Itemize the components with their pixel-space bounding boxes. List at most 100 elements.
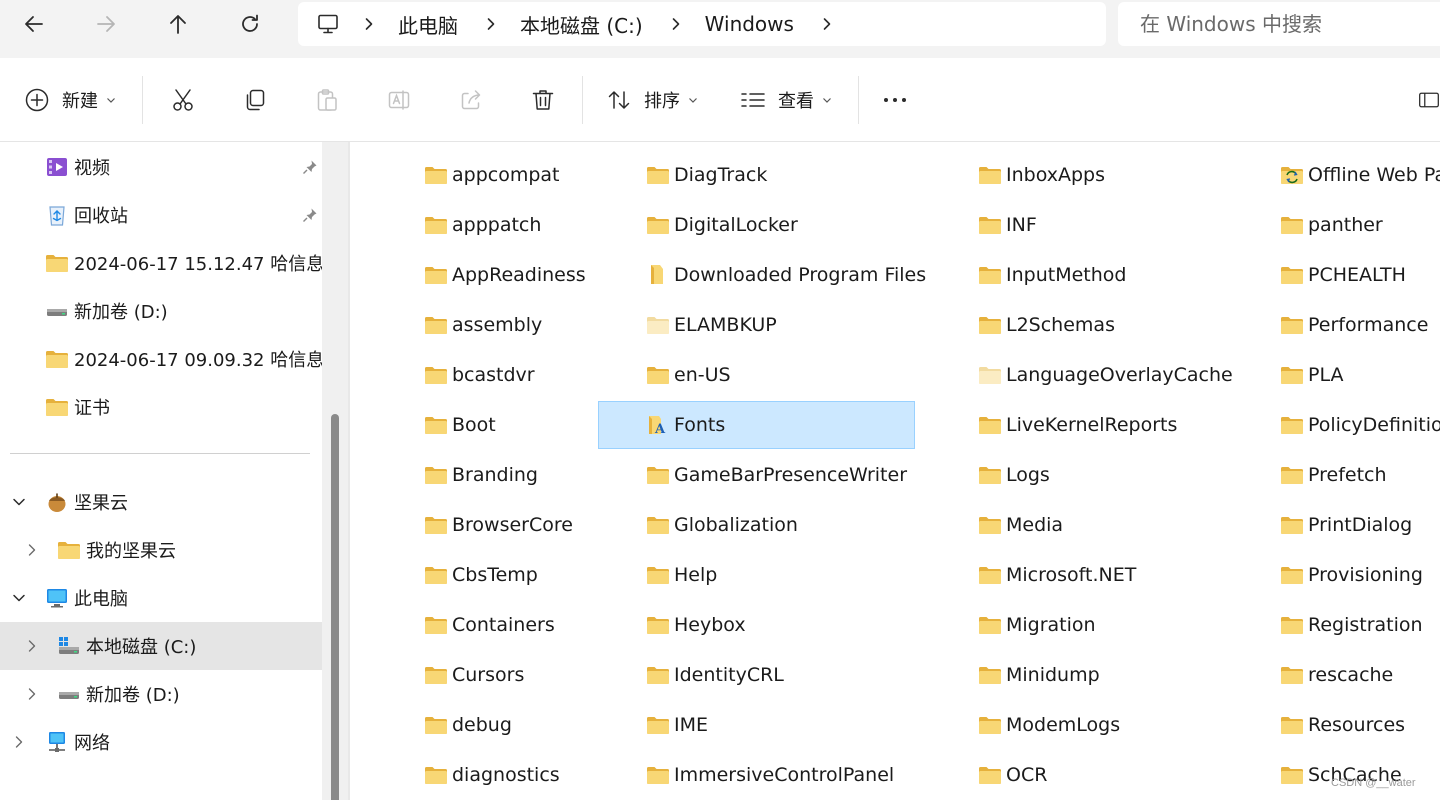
back-button[interactable] — [14, 4, 54, 44]
file-item[interactable]: apppatch — [424, 203, 541, 247]
file-item[interactable]: InboxApps — [978, 153, 1105, 197]
refresh-button[interactable] — [230, 4, 270, 44]
sidebar-item-my-nutstore[interactable]: 我的坚果云 — [0, 526, 322, 574]
chevron-right-icon[interactable] — [12, 735, 26, 749]
sidebar-scrollbar[interactable] — [322, 142, 348, 800]
file-item[interactable]: diagnostics — [424, 753, 560, 797]
sidebar-item-certificates[interactable]: 证书 — [0, 383, 322, 431]
file-item[interactable]: DigitalLocker — [646, 203, 798, 247]
file-item[interactable]: Heybox — [646, 603, 746, 647]
view-button[interactable]: 查看 — [740, 78, 832, 122]
more-options-button[interactable] — [882, 78, 908, 122]
chevron-right-icon[interactable] — [25, 543, 39, 557]
file-item[interactable]: IME — [646, 703, 708, 747]
delete-button[interactable] — [530, 78, 556, 122]
file-item[interactable]: ModemLogs — [978, 703, 1120, 747]
file-item[interactable]: BrowserCore — [424, 503, 573, 547]
file-item[interactable]: bcastdvr — [424, 353, 535, 397]
chevron-down-icon[interactable] — [12, 495, 26, 509]
chevron-right-icon[interactable] — [484, 17, 498, 31]
file-item[interactable]: IdentityCRL — [646, 653, 784, 697]
file-item[interactable]: Microsoft.NET — [978, 553, 1136, 597]
up-button[interactable] — [158, 4, 198, 44]
cut-button[interactable] — [170, 78, 196, 122]
file-item[interactable]: Downloaded Program Files — [646, 253, 926, 297]
file-item[interactable]: LanguageOverlayCache — [978, 353, 1233, 397]
sidebar-item-drive-d[interactable]: 新加卷 (D:) — [0, 670, 322, 718]
breadcrumb-windows[interactable]: Windows — [705, 12, 794, 36]
chevron-right-icon[interactable] — [25, 639, 39, 653]
file-item[interactable]: ELAMBKUP — [646, 303, 777, 347]
file-item[interactable]: en-US — [646, 353, 731, 397]
file-item[interactable]: LiveKernelReports — [978, 403, 1177, 447]
file-item[interactable]: GameBarPresenceWriter — [646, 453, 907, 497]
file-item[interactable]: Performance — [1280, 303, 1428, 347]
sidebar-item-label: 2024-06-17 15.12.47 哈信息_ — [74, 254, 334, 275]
file-item[interactable]: Offline Web Pages — [1280, 153, 1440, 197]
chevron-down-icon[interactable] — [12, 591, 26, 605]
pin-icon[interactable] — [302, 207, 318, 223]
address-bar[interactable]: 此电脑 本地磁盘 (C:) Windows — [298, 2, 1106, 46]
file-item[interactable]: PrintDialog — [1280, 503, 1412, 547]
chevron-right-icon[interactable] — [669, 17, 683, 31]
sort-button[interactable]: 排序 — [606, 78, 698, 122]
file-item[interactable]: Help — [646, 553, 717, 597]
file-item[interactable]: Registration — [1280, 603, 1423, 647]
folder-icon — [1281, 617, 1303, 634]
sidebar-item-network[interactable]: 网络 — [0, 718, 322, 766]
file-item[interactable]: PLA — [1280, 353, 1343, 397]
file-item[interactable]: appcompat — [424, 153, 560, 197]
chevron-right-icon[interactable] — [820, 17, 834, 31]
file-item[interactable]: InputMethod — [978, 253, 1126, 297]
sidebar-item-recycle-bin[interactable]: 回收站 — [0, 191, 322, 239]
file-item[interactable]: Provisioning — [1280, 553, 1423, 597]
file-item[interactable]: Cursors — [424, 653, 524, 697]
file-item[interactable]: DiagTrack — [646, 153, 767, 197]
file-item[interactable]: SchCache — [1280, 753, 1402, 797]
sidebar-item-folder-2024-06-17-0909[interactable]: 2024-06-17 09.09.32 哈信息_ — [0, 335, 333, 383]
file-item[interactable]: PCHEALTH — [1280, 253, 1406, 297]
copy-button[interactable] — [242, 78, 268, 122]
file-item[interactable]: Containers — [424, 603, 555, 647]
forward-button[interactable] — [86, 4, 126, 44]
file-item[interactable]: Minidump — [978, 653, 1100, 697]
file-item[interactable]: rescache — [1280, 653, 1393, 697]
file-item[interactable]: debug — [424, 703, 512, 747]
paste-button[interactable] — [314, 78, 340, 122]
sidebar-item-local-disk-c[interactable]: 本地磁盘 (C:) — [0, 622, 322, 670]
chevron-right-icon[interactable] — [362, 17, 376, 31]
file-item[interactable]: ImmersiveControlPanel — [646, 753, 894, 797]
file-item[interactable]: Resources — [1280, 703, 1405, 747]
scrollbar-thumb[interactable] — [331, 414, 339, 800]
breadcrumb-local-disk[interactable]: 本地磁盘 (C:) — [520, 10, 643, 39]
breadcrumb-this-pc[interactable]: 此电脑 — [398, 10, 458, 39]
sidebar-item-drive-d-pinned[interactable]: 新加卷 (D:) — [0, 287, 322, 335]
file-item[interactable]: Branding — [424, 453, 538, 497]
sidebar-item-videos[interactable]: 视频 — [0, 143, 322, 191]
chevron-right-icon[interactable] — [25, 687, 39, 701]
file-item[interactable]: Migration — [978, 603, 1096, 647]
pin-icon[interactable] — [302, 159, 318, 175]
file-item[interactable]: CbsTemp — [424, 553, 538, 597]
file-item[interactable]: Media — [978, 503, 1063, 547]
file-item[interactable]: Boot — [424, 403, 496, 447]
file-item[interactable]: L2Schemas — [978, 303, 1115, 347]
file-item[interactable]: Prefetch — [1280, 453, 1387, 497]
file-item[interactable]: PolicyDefinitions — [1280, 403, 1440, 447]
share-button[interactable] — [458, 78, 484, 122]
file-item[interactable]: AppReadiness — [424, 253, 586, 297]
file-item[interactable]: panther — [1280, 203, 1383, 247]
sidebar-item-this-pc[interactable]: 此电脑 — [0, 574, 322, 622]
file-item[interactable]: OCR — [978, 753, 1047, 797]
file-item[interactable]: assembly — [424, 303, 542, 347]
file-item[interactable]: Globalization — [646, 503, 798, 547]
details-pane-button[interactable] — [1418, 78, 1440, 122]
new-button[interactable]: 新建 — [24, 78, 116, 122]
sidebar-item-folder-2024-06-17-1512[interactable]: 2024-06-17 15.12.47 哈信息_ — [0, 239, 333, 287]
search-input[interactable] — [1140, 12, 1430, 36]
rename-button[interactable] — [386, 78, 412, 122]
sidebar-item-nutstore[interactable]: 坚果云 — [0, 478, 322, 526]
file-item[interactable]: A Fonts — [598, 401, 915, 449]
file-item[interactable]: Logs — [978, 453, 1050, 497]
file-item[interactable]: INF — [978, 203, 1037, 247]
